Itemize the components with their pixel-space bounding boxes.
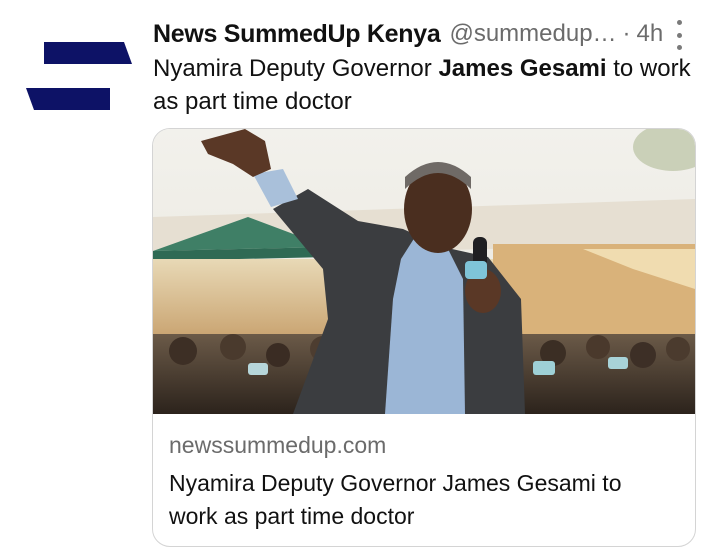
- author-handle[interactable]: @summedup…: [449, 20, 616, 48]
- separator-dot: ·: [622, 20, 631, 47]
- link-preview-card[interactable]: newssummedup.com Nyamira Deputy Governor…: [152, 128, 696, 547]
- tweet-timestamp[interactable]: 4h: [637, 20, 664, 48]
- tweet-text-bold[interactable]: James Gesami: [438, 55, 606, 82]
- card-image: [153, 129, 695, 414]
- card-title[interactable]: Nyamira Deputy Governor James Gesami to …: [169, 467, 674, 533]
- card-domain[interactable]: newssummedup.com: [169, 432, 386, 459]
- tweet-text-start: Nyamira Deputy Governor: [153, 55, 439, 82]
- more-vertical-icon-dot: [676, 45, 682, 50]
- more-vertical-icon: [676, 20, 682, 25]
- avatar[interactable]: [22, 34, 134, 120]
- more-vertical-icon-dot: [676, 32, 682, 38]
- more-options-button[interactable]: [672, 20, 686, 50]
- tweet-header: News SummedUp Kenya @summedup… · 4h: [153, 16, 698, 52]
- summedup-logo-icon: [26, 42, 132, 110]
- tweet-text: Nyamira Deputy Governor James Gesami to …: [153, 52, 703, 118]
- author-name[interactable]: News SummedUp Kenya: [153, 20, 441, 49]
